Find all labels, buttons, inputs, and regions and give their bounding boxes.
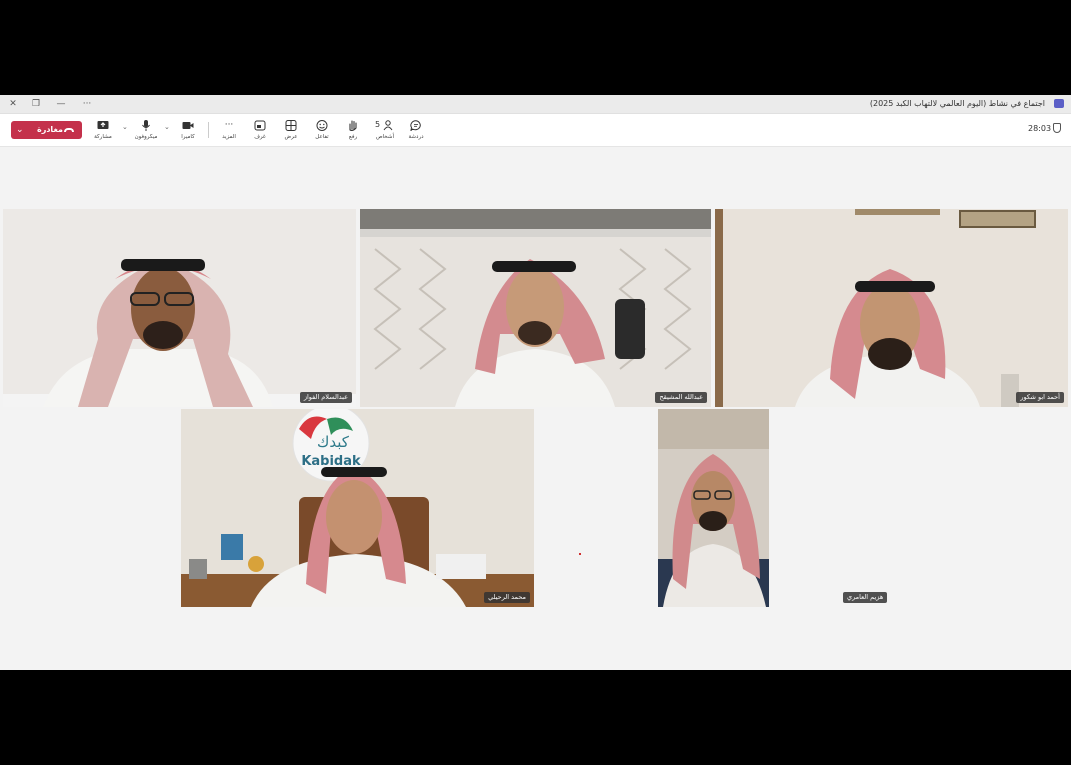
video-tile[interactable]: أحمد ابو شكور <box>715 209 1068 407</box>
chat-icon <box>410 120 421 131</box>
participant-video <box>715 209 1068 407</box>
restore-icon[interactable]: ❐ <box>25 96 47 112</box>
participant-video <box>360 209 711 407</box>
chat-label: دردشة <box>408 134 424 140</box>
participant-name: عبدالسلام الفواز <box>299 392 352 403</box>
minimize-icon[interactable]: — <box>50 96 72 112</box>
ellipsis-icon: ··· <box>224 120 234 130</box>
video-stage: عبدالسلام الفواز عبدالله المشيقح أحمد اب… <box>0 147 1071 670</box>
teams-meeting-window: ✕ ❐ — ··· اجتماع في نشاط (اليوم العالمي … <box>0 95 1071 670</box>
video-tile[interactable]: كبدك Kabidak محمد الرحيلي <box>181 409 534 607</box>
camera-label: كاميرا <box>181 134 195 140</box>
camera-icon <box>182 122 194 129</box>
meeting-timer: 28:03 <box>1028 124 1052 133</box>
hand-icon <box>349 120 357 131</box>
camera-button[interactable]: كاميرا <box>173 118 203 144</box>
title-bar: ✕ ❐ — ··· اجتماع في نشاط (اليوم العالمي … <box>0 95 1071 114</box>
leave-label: مغادرة <box>37 125 63 134</box>
microphone-button[interactable]: ميكروفون <box>131 118 161 144</box>
close-icon[interactable]: ✕ <box>2 96 24 112</box>
share-button[interactable]: مشاركة <box>88 118 118 144</box>
share-label: مشاركة <box>94 134 112 140</box>
camera-options-chevron-icon[interactable]: ⌄ <box>164 123 170 131</box>
teams-icon <box>1054 99 1064 108</box>
people-icon <box>383 120 393 131</box>
share-icon <box>97 121 109 129</box>
shield-icon <box>1053 123 1061 133</box>
participant-video: كبدك Kabidak <box>181 409 534 607</box>
chat-button[interactable]: دردشة <box>401 118 431 144</box>
participant-name: أحمد ابو شكور <box>1016 392 1064 403</box>
chevron-down-icon[interactable]: ⌄ <box>16 123 24 137</box>
video-tile[interactable]: عبدالسلام الفواز <box>3 209 356 407</box>
phone-icon <box>64 128 74 132</box>
leave-button[interactable]: ⌄ مغادرة <box>11 121 82 139</box>
smiley-icon <box>316 120 328 131</box>
grid-view-icon <box>285 120 297 131</box>
participant-video <box>658 409 769 607</box>
window-title: اجتماع في نشاط (اليوم العالمي لالتهاب ال… <box>869 99 1045 108</box>
people-count: 5 <box>375 120 381 129</box>
participant-video <box>3 209 356 407</box>
more-options-icon[interactable]: ··· <box>76 96 98 112</box>
microphone-label: ميكروفون <box>134 134 158 140</box>
participant-name: هزيم العامري <box>843 592 888 603</box>
video-tile[interactable] <box>658 409 769 607</box>
logo-arabic-text: كبدك <box>317 433 350 451</box>
logo-latin-text: Kabidak <box>301 454 361 469</box>
participant-name: عبدالله المشيقح <box>655 392 707 403</box>
video-tile-active-speaker[interactable]: عبدالله المشيقح <box>360 209 711 407</box>
microphone-icon <box>142 120 150 131</box>
indicator-dot <box>579 553 581 555</box>
participant-name: محمد الرحيلي <box>484 592 530 603</box>
meeting-toolbar: ⌄ مغادرة مشاركة ⌄ ميكروفون ⌄ كاميرا ··· … <box>0 114 1071 147</box>
mic-options-chevron-icon[interactable]: ⌄ <box>122 123 128 131</box>
breakout-rooms-icon <box>254 120 266 131</box>
